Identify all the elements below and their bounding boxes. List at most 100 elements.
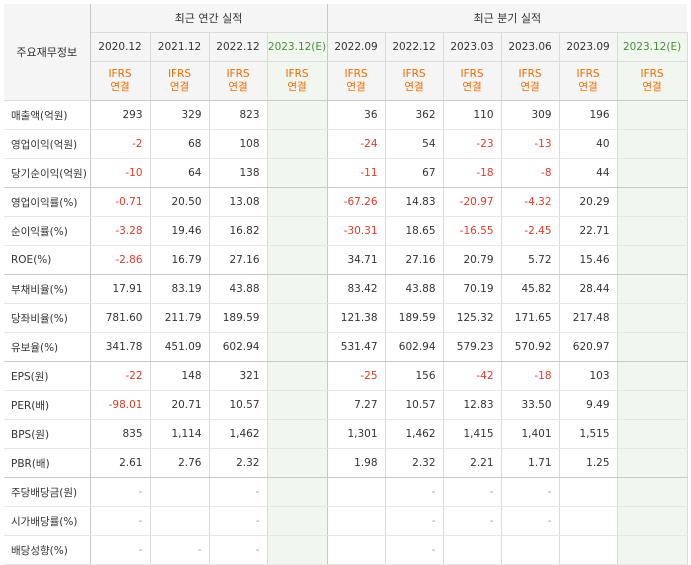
basis-label: 연결: [578, 81, 598, 93]
quarter-value-cell: 15.46: [559, 245, 618, 275]
annual-value-cell: [267, 390, 328, 420]
annual-value-cell: 189.59: [209, 303, 268, 333]
annual-value-cell: 43.88: [209, 274, 268, 304]
quarter-value-cell: -25: [327, 361, 386, 391]
annual-value-cell: -: [209, 477, 268, 507]
ifrs-label: IFRS: [285, 68, 309, 80]
quarter-value-cell: [559, 535, 618, 565]
annual-value-cell: -: [209, 535, 268, 565]
row-header-title: 주요재무정보: [4, 4, 91, 101]
quarter-value-cell: 36: [327, 100, 386, 130]
row-label: ROE(%): [4, 245, 91, 275]
quarter-value-cell: 28.44: [559, 274, 618, 304]
annual-value-cell: -: [90, 535, 151, 565]
quarter-value-cell: -13: [501, 129, 560, 159]
quarter-value-cell: [559, 506, 618, 536]
quarter-value-cell: 33.50: [501, 390, 560, 420]
annual-value-cell: 68: [150, 129, 210, 159]
row-label: PER(배): [4, 390, 91, 420]
quarter-value-cell: [617, 216, 688, 246]
annual-value-cell: 2.76: [150, 448, 210, 478]
quarter-value-cell: 20.29: [559, 187, 618, 217]
quarter-value-cell: -4.32: [501, 187, 560, 217]
quarter-value-cell: -: [501, 477, 560, 507]
quarter-value-cell: 70.19: [443, 274, 502, 304]
quarter-value-cell: [327, 506, 386, 536]
quarter-ifrs-3: IFRS 연결: [501, 61, 560, 101]
basis-label: 연결: [520, 81, 540, 93]
annual-value-cell: 20.50: [150, 187, 210, 217]
row-label: 당기순이익(억원): [4, 158, 91, 188]
quarter-value-cell: 121.38: [327, 303, 386, 333]
row-label: BPS(원): [4, 419, 91, 449]
quarter-value-cell: [617, 477, 688, 507]
quarter-value-cell: [617, 274, 688, 304]
ifrs-label: IFRS: [226, 68, 250, 80]
quarter-value-cell: -67.26: [327, 187, 386, 217]
quarter-value-cell: -24: [327, 129, 386, 159]
annual-value-cell: -: [150, 535, 210, 565]
quarter-value-cell: 18.65: [385, 216, 444, 246]
quarter-value-cell: 217.48: [559, 303, 618, 333]
annual-group-title: 최근 연간 실적: [90, 4, 328, 33]
annual-value-cell: [267, 361, 328, 391]
quarter-value-cell: 531.47: [327, 332, 386, 362]
annual-value-cell: 823: [209, 100, 268, 130]
quarter-ifrs-1: IFRS 연결: [385, 61, 444, 101]
quarter-value-cell: 54: [385, 129, 444, 159]
annual-value-cell: [267, 506, 328, 536]
quarter-value-cell: -42: [443, 361, 502, 391]
table-row: 당기순이익(억원) -10 64 138 -11 67 -18 -8 44: [4, 158, 688, 188]
quarter-value-cell: -20.97: [443, 187, 502, 217]
quarter-value-cell: 27.16: [385, 245, 444, 275]
annual-value-cell: [267, 274, 328, 304]
table-row: EPS(원) -22 148 321 -25 156 -42 -18 103: [4, 361, 688, 391]
quarter-value-cell: -18: [501, 361, 560, 391]
annual-value-cell: -2.86: [90, 245, 151, 275]
quarter-value-cell: -: [385, 477, 444, 507]
quarter-value-cell: -30.31: [327, 216, 386, 246]
annual-ifrs-0: IFRS 연결: [90, 61, 151, 101]
row-label: 부채비율(%): [4, 274, 91, 304]
annual-value-cell: 341.78: [90, 332, 151, 362]
row-label: PBR(배): [4, 448, 91, 478]
annual-ifrs-2: IFRS 연결: [209, 61, 268, 101]
quarter-value-cell: [617, 100, 688, 130]
ifrs-label: IFRS: [167, 68, 192, 80]
quarter-value-cell: -18: [443, 158, 502, 188]
annual-period-2: 2022.12: [209, 32, 268, 62]
quarter-value-cell: 156: [385, 361, 444, 391]
ifrs-label: IFRS: [576, 68, 600, 80]
quarter-value-cell: 309: [501, 100, 560, 130]
quarter-value-cell: 620.97: [559, 332, 618, 362]
quarter-value-cell: 1,462: [385, 419, 444, 449]
annual-value-cell: -: [90, 477, 151, 507]
quarter-value-cell: [617, 361, 688, 391]
annual-value-cell: [267, 448, 328, 478]
annual-value-cell: 2.32: [209, 448, 268, 478]
quarter-value-cell: [617, 448, 688, 478]
quarter-value-cell: 45.82: [501, 274, 560, 304]
annual-value-cell: [267, 216, 328, 246]
ifrs-label: IFRS: [402, 68, 426, 80]
annual-value-cell: -98.01: [90, 390, 151, 420]
basis-label: 연결: [287, 81, 307, 93]
basis-label: 연결: [346, 81, 366, 93]
quarter-value-cell: 570.92: [501, 332, 560, 362]
annual-value-cell: 17.91: [90, 274, 151, 304]
annual-value-cell: [267, 129, 328, 159]
basis-label: 연결: [462, 81, 482, 93]
quarter-value-cell: [327, 535, 386, 565]
basis-label: 연결: [642, 81, 662, 93]
row-label: 영업이익(억원): [4, 129, 91, 159]
quarter-value-cell: 362: [385, 100, 444, 130]
basis-label: 연결: [110, 81, 130, 93]
quarter-ifrs-0: IFRS 연결: [327, 61, 386, 101]
quarter-value-cell: 9.49: [559, 390, 618, 420]
quarter-value-cell: [617, 245, 688, 275]
annual-value-cell: -: [209, 506, 268, 536]
quarter-value-cell: 12.83: [443, 390, 502, 420]
financial-summary-panel: 주요재무정보 최근 연간 실적 최근 분기 실적 2020.12 2021.12 2…: [4, 4, 688, 565]
ifrs-label: IFRS: [344, 68, 368, 80]
row-label: 시가배당률(%): [4, 506, 91, 536]
